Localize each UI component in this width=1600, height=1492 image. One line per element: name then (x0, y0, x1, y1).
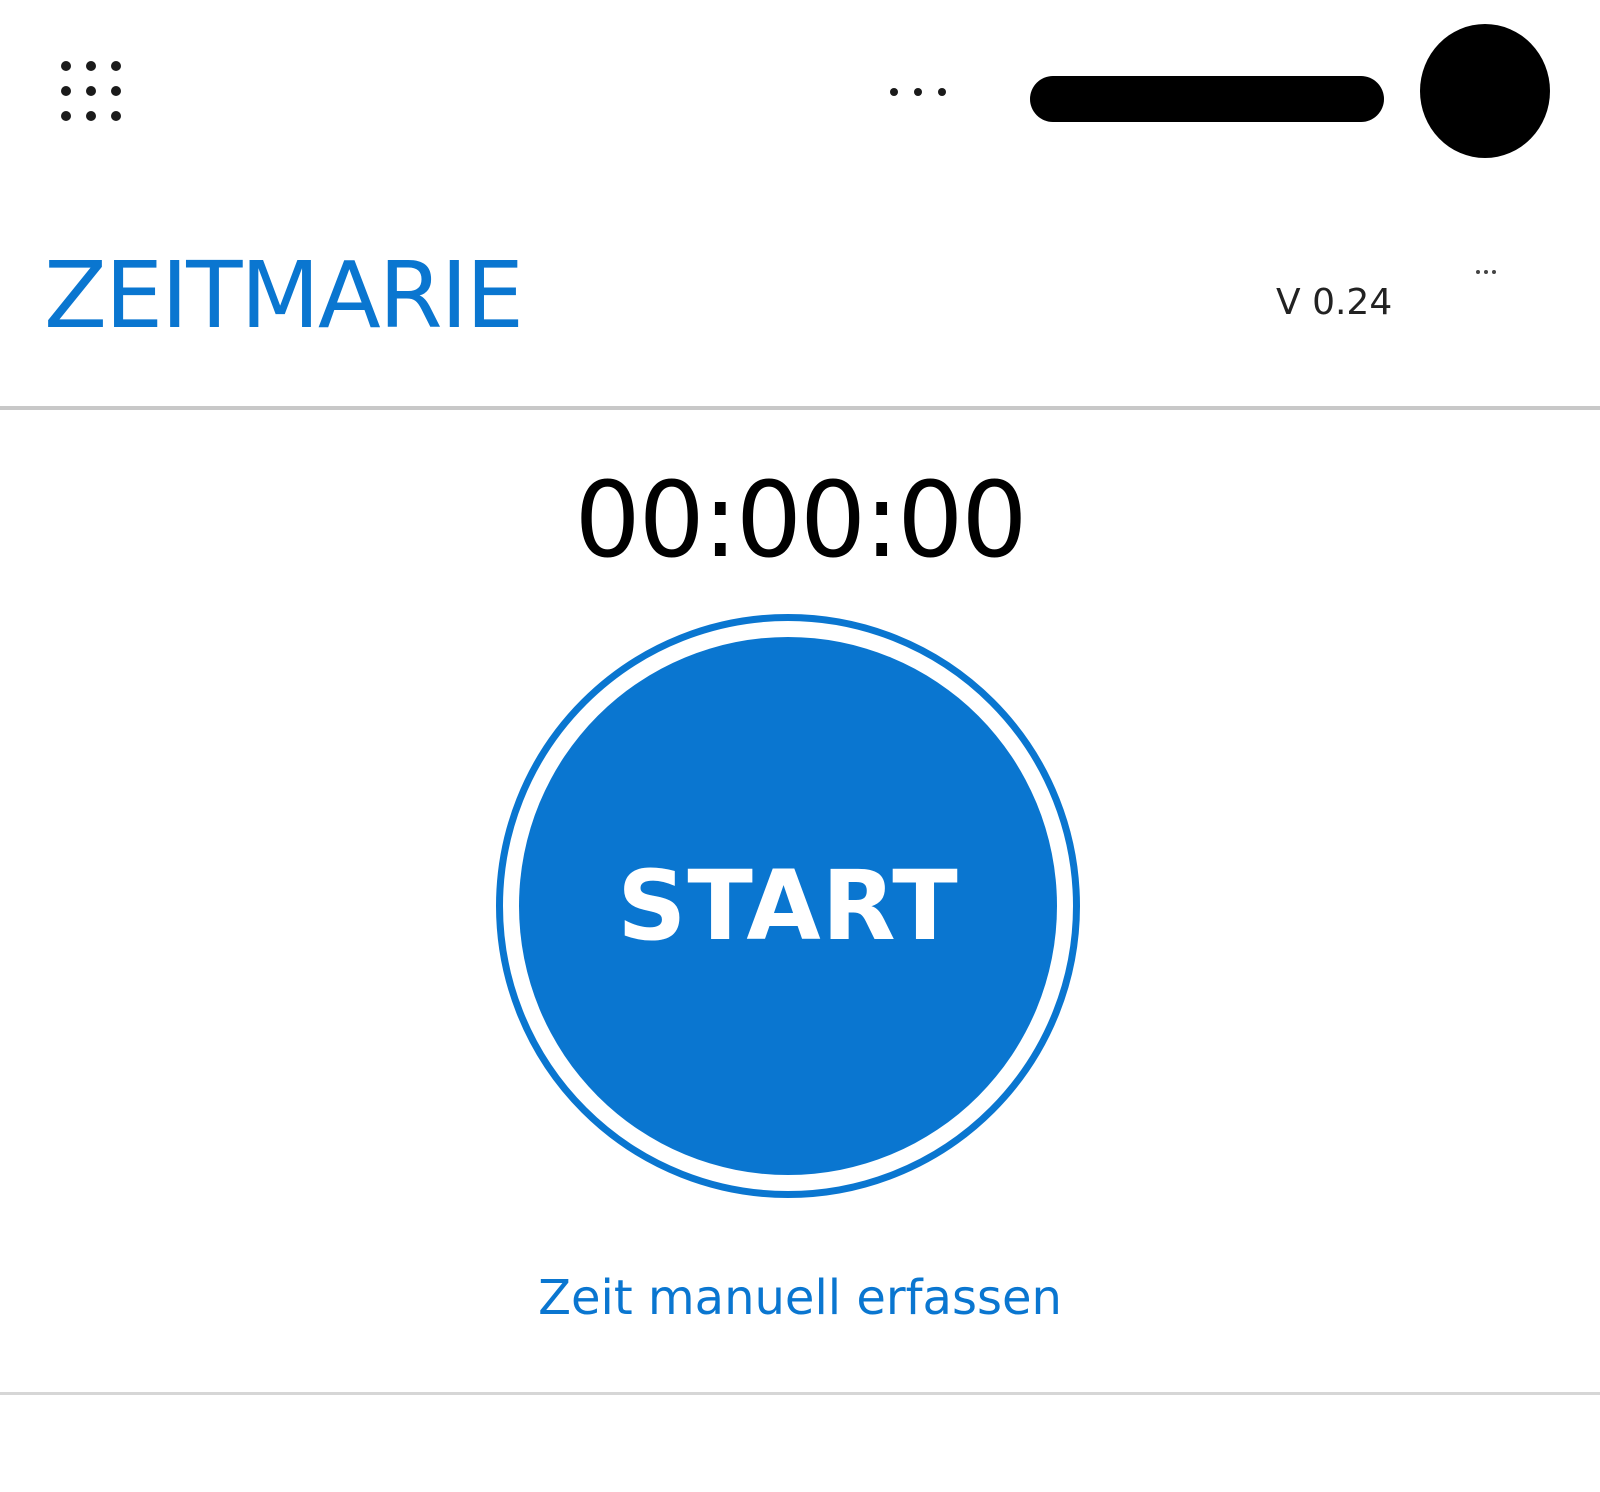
version-label: V 0.24 (1276, 282, 1393, 323)
app-header: ZEITMARIE V 0.24 (0, 190, 1600, 410)
more-options-icon[interactable] (884, 62, 964, 122)
user-name-redacted (1030, 76, 1384, 122)
app-launcher-icon[interactable] (58, 58, 124, 124)
start-button-label: START (617, 850, 959, 962)
app-title: ZEITMARIE (44, 242, 524, 349)
manual-time-entry-link[interactable]: Zeit manuell erfassen (0, 1270, 1600, 1326)
top-bar (0, 0, 1600, 190)
start-button-fill: START (519, 637, 1057, 1175)
bottom-divider (0, 1392, 1600, 1395)
timer-display: 00:00:00 (574, 459, 1027, 581)
more-horizontal-icon[interactable] (1470, 260, 1510, 284)
start-button[interactable]: START (496, 614, 1080, 1198)
avatar[interactable] (1420, 24, 1550, 158)
